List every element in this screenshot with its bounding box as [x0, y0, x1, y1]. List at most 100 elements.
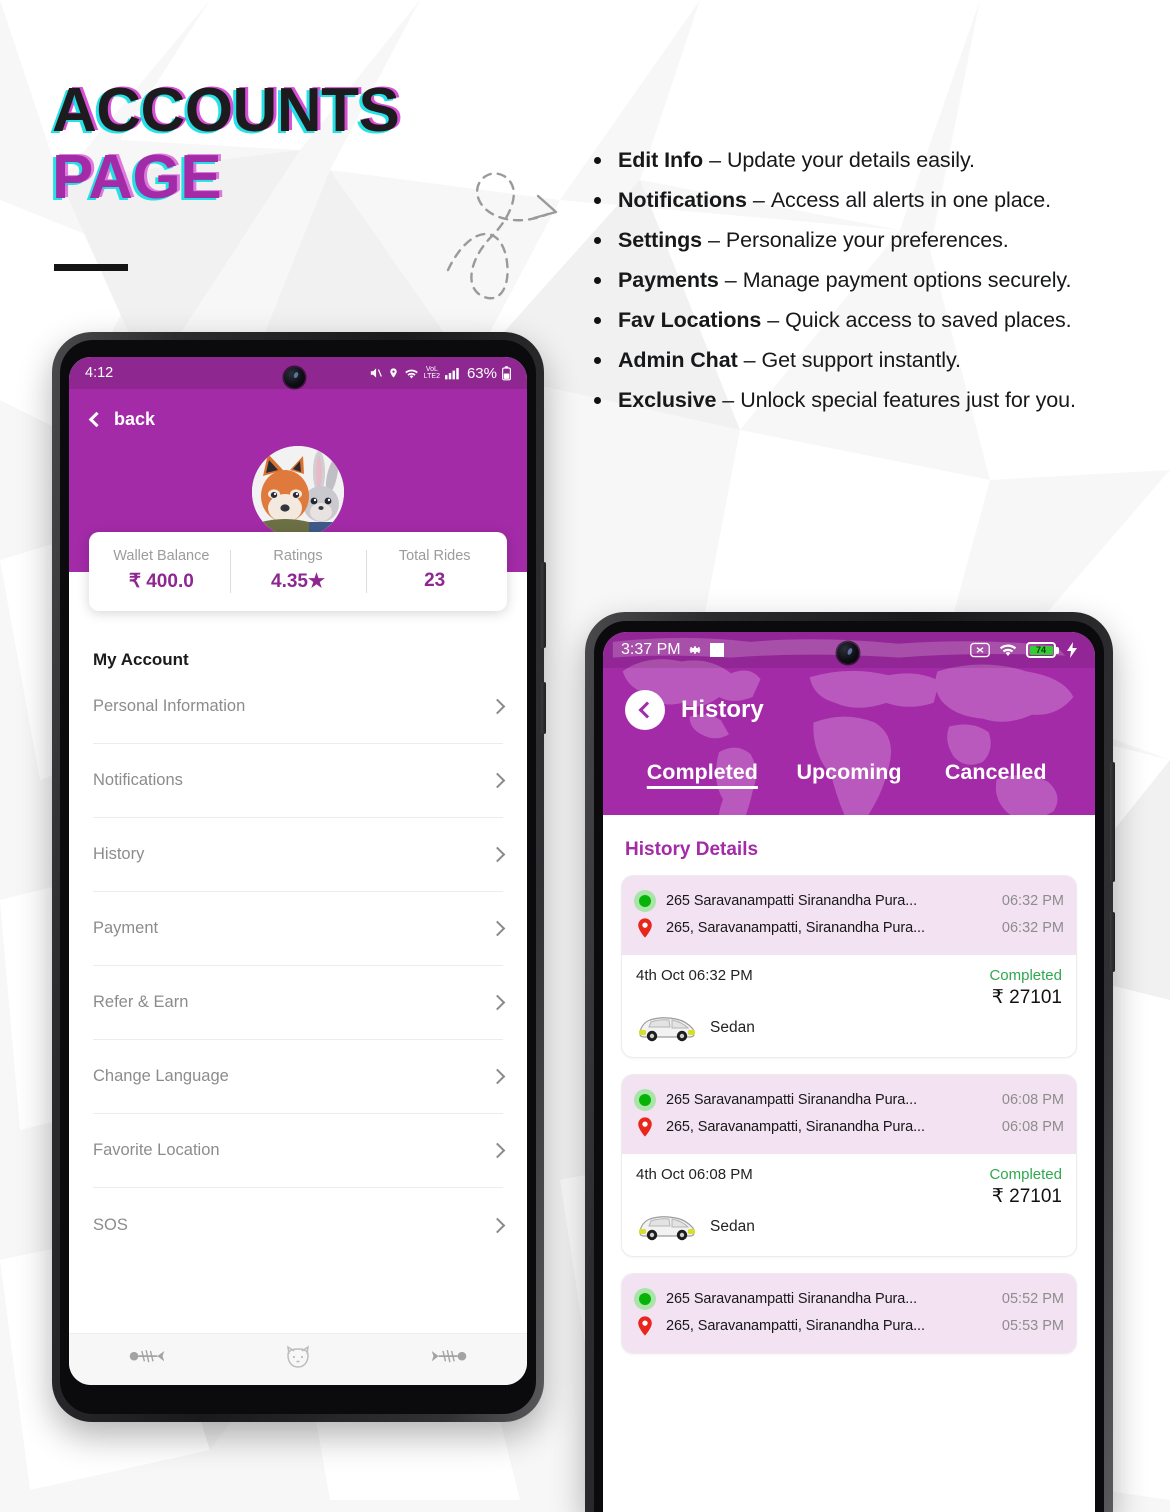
dropoff-time: 05:53 PM [1001, 1318, 1064, 1334]
phone1-power-button[interactable] [541, 682, 546, 734]
menu-item-history[interactable]: History [93, 818, 506, 892]
feature-dash: – [737, 348, 762, 372]
ride-history-list: 265 Saravanampatti Siranandha Pura... 06:… [603, 871, 1095, 1354]
dropoff-time: 06:08 PM [1001, 1119, 1064, 1135]
stat-cell: Wallet Balance ₹ 400.0 [93, 548, 230, 593]
ride-address-block: 265 Saravanampatti Siranandha Pura... 06:… [622, 876, 1076, 955]
phone2-status-icons: 74 [970, 642, 1077, 658]
feature-description: Update your details easily. [727, 148, 975, 172]
section-title-history-details: History Details [625, 839, 759, 860]
pickup-row: 265 Saravanampatti Siranandha Pura... 06:… [634, 890, 1064, 912]
pickup-address: 265 Saravanampatti Siranandha Pura... [666, 1092, 918, 1108]
menu-item-sos[interactable]: SOS [93, 1188, 506, 1262]
pickup-dot-icon [634, 1288, 656, 1310]
pickup-row: 265 Saravanampatti Siranandha Pura... 06:… [634, 1089, 1064, 1111]
feature-dash: – [703, 148, 727, 172]
dropoff-row: 265, Saravanampatti, Siranandha Pura... 0… [634, 1315, 1064, 1337]
mute-icon [370, 368, 382, 378]
charging-bolt-icon [1067, 642, 1077, 658]
stat-label: Wallet Balance [113, 548, 210, 564]
feature-description: Unlock special features just for you. [740, 388, 1076, 412]
feature-list-item: Admin Chat – Get support instantly. [588, 340, 1148, 380]
stat-cell: Total Rides 23 [366, 548, 503, 593]
feature-list-item: Exclusive – Unlock special features just… [588, 380, 1148, 420]
tab-cancelled[interactable]: Cancelled [922, 760, 1069, 785]
menu-item-label: Refer & Earn [93, 993, 189, 1011]
ride-fare: ₹ 27101 [991, 1186, 1062, 1207]
account-menu: Personal Information Notifications History… [69, 670, 527, 1262]
feature-dash: – [716, 388, 741, 412]
feature-list-item: Settings – Personalize your preferences. [588, 220, 1148, 260]
pickup-time: 05:52 PM [1001, 1291, 1064, 1307]
menu-item-refer-earn[interactable]: Refer & Earn [93, 966, 506, 1040]
dropoff-address: 265, Saravanampatti, Siranandha Pura... [666, 1318, 925, 1334]
menu-item-label: History [93, 845, 145, 863]
menu-item-notifications[interactable]: Notifications [93, 744, 506, 818]
pickup-dot-icon [634, 890, 656, 912]
cat-face-icon[interactable] [284, 1345, 312, 1374]
menu-item-label: Personal Information [93, 697, 246, 715]
menu-item-label: Change Language [93, 1067, 229, 1085]
location-icon [390, 368, 397, 378]
pickup-time: 06:08 PM [1001, 1092, 1064, 1108]
phone2-power-button[interactable] [1110, 912, 1115, 972]
phone2-screen: 3:37 PM 74 History Completed Upcoming Ca… [603, 632, 1095, 1512]
feature-list-item: Fav Locations – Quick access to saved pl… [588, 300, 1148, 340]
menu-item-change-language[interactable]: Change Language [93, 1040, 506, 1114]
feature-description: Get support instantly. [761, 348, 961, 372]
ride-history-card[interactable]: 265 Saravanampatti Siranandha Pura... 06:… [621, 1074, 1077, 1257]
status-badge: Completed [989, 967, 1062, 984]
chevron-right-icon [489, 846, 506, 863]
tab-completed[interactable]: Completed [629, 760, 776, 785]
feature-list: Edit Info – Update your details easily. N… [588, 140, 1148, 420]
phone1-screen: 4:12 VoL LTE2 63% back Wallet Balance ₹ … [69, 357, 527, 1385]
chevron-right-icon [489, 1217, 506, 1233]
volte-lte-icon: VoL LTE2 [423, 366, 440, 380]
wifi-icon [999, 644, 1017, 656]
sedan-car-icon [639, 1017, 695, 1042]
phone2-content-sheet: History Details 265 Saravanampatti Siran… [603, 815, 1095, 1354]
feature-description: Access all alerts in one place. [770, 188, 1051, 212]
chevron-left-icon [638, 701, 656, 719]
phone1-volume-button[interactable] [541, 562, 546, 648]
dropoff-address: 265, Saravanampatti, Siranandha Pura... [666, 920, 925, 936]
pickup-address: 265 Saravanampatti Siranandha Pura... [666, 893, 918, 909]
back-button[interactable]: back [69, 395, 527, 432]
page-title: ACCOUNTS PAGE [52, 77, 400, 212]
phone2-header-row: History [603, 668, 1095, 730]
menu-item-personal-information[interactable]: Personal Information [93, 670, 506, 744]
feature-description: Manage payment options securely. [742, 268, 1072, 292]
map-pin-icon [638, 1117, 652, 1137]
stats-card: Wallet Balance ₹ 400.0 Ratings 4.35★ Total R… [89, 532, 507, 611]
fishbone-icon[interactable] [128, 1346, 166, 1373]
feature-term: Edit Info [618, 148, 704, 172]
phone-mockup-account: 4:12 VoL LTE2 63% back Wallet Balance ₹ … [52, 332, 546, 1422]
phone-mockup-history: 3:37 PM 74 History Completed Upcoming Ca… [585, 612, 1115, 1512]
feature-term: Admin Chat [618, 348, 738, 372]
bottom-nav-bar [69, 1333, 527, 1385]
title-underline-rule [54, 264, 128, 271]
phone2-front-camera [837, 642, 859, 664]
phone1-clock: 4:12 [85, 365, 114, 381]
ride-history-card[interactable]: 265 Saravanampatti Siranandha Pura... 05:… [621, 1273, 1077, 1354]
doodle-arrow-icon [446, 172, 558, 300]
fishbone-icon[interactable] [430, 1346, 468, 1373]
map-pin-icon [638, 918, 652, 938]
avatar[interactable] [252, 446, 344, 538]
ride-address-block: 265 Saravanampatti Siranandha Pura... 06:… [622, 1075, 1076, 1154]
dropoff-row: 265, Saravanampatti, Siranandha Pura... 0… [634, 1116, 1064, 1138]
feature-term: Exclusive [618, 388, 717, 412]
back-button[interactable] [625, 690, 665, 730]
ride-history-card[interactable]: 265 Saravanampatti Siranandha Pura... 06:… [621, 875, 1077, 1058]
tab-upcoming[interactable]: Upcoming [776, 760, 923, 785]
feature-term: Notifications [618, 188, 747, 212]
menu-item-payment[interactable]: Payment [93, 892, 506, 966]
menu-item-favorite-location[interactable]: Favorite Location [93, 1114, 506, 1188]
battery-icon [502, 365, 511, 380]
ride-address-block: 265 Saravanampatti Siranandha Pura... 05:… [622, 1274, 1076, 1353]
ride-fare: ₹ 27101 [991, 987, 1062, 1008]
vehicle-type: Sedan [710, 1218, 755, 1235]
gear-icon [688, 646, 701, 654]
phone2-volume-button[interactable] [1110, 762, 1115, 882]
dropoff-time: 06:32 PM [1001, 920, 1064, 936]
